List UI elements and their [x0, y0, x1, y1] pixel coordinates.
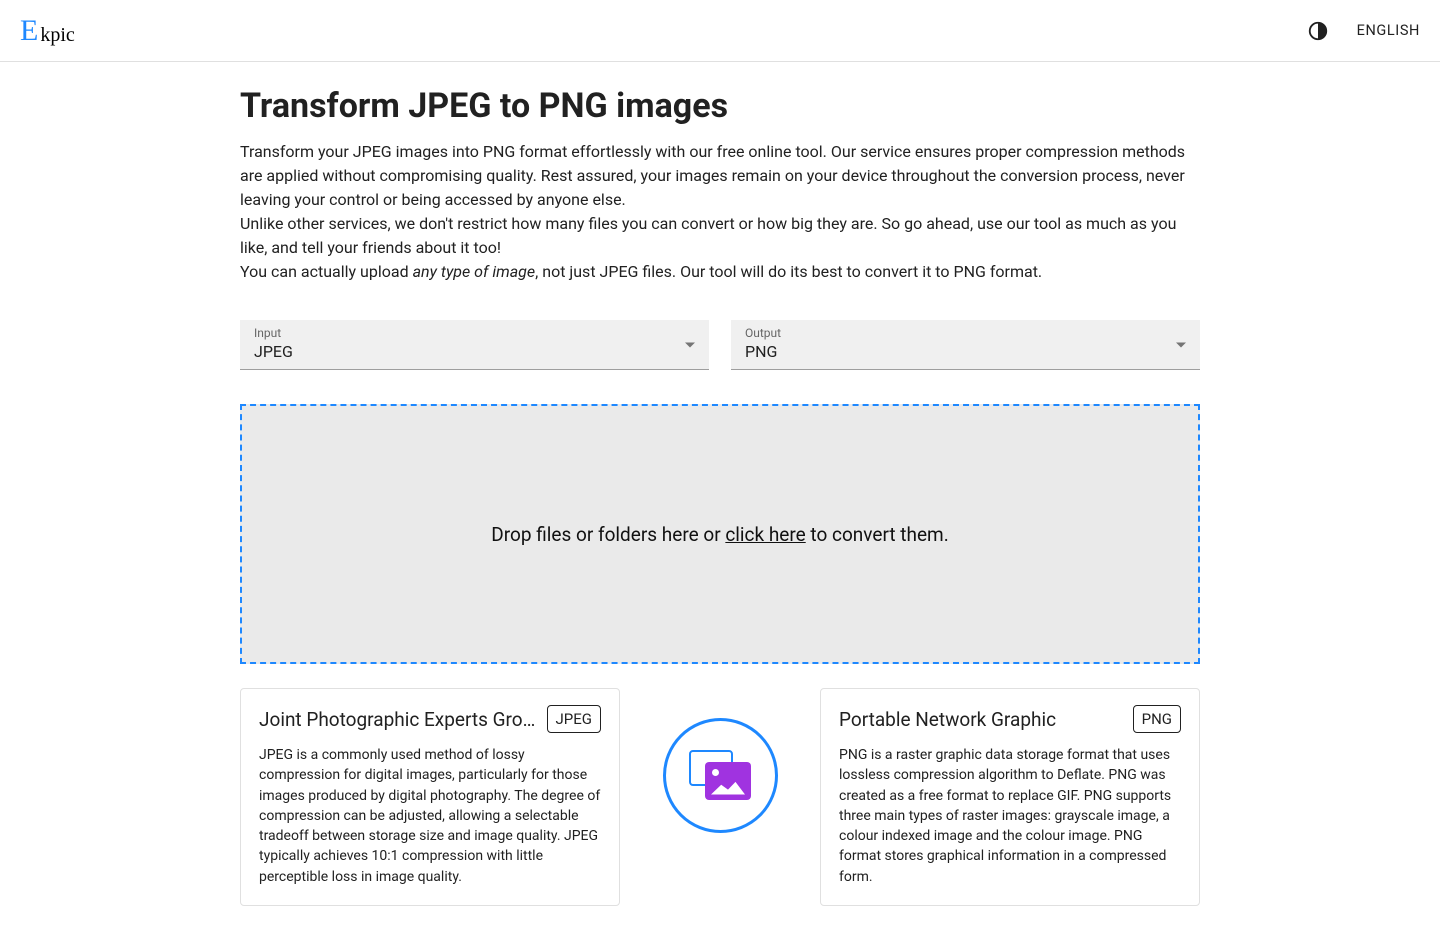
- output-format-value: PNG: [745, 342, 1186, 361]
- description-p3: You can actually upload any type of imag…: [240, 260, 1200, 284]
- chevron-down-icon: [1176, 342, 1186, 347]
- input-format-card-body: JPEG is a commonly used method of lossy …: [259, 745, 601, 887]
- output-format-select[interactable]: Output PNG: [731, 320, 1200, 370]
- page-title: Transform JPEG to PNG images: [240, 86, 1200, 126]
- theme-toggle-icon[interactable]: [1307, 20, 1329, 42]
- output-format-label: Output: [745, 326, 1186, 340]
- brand-logo[interactable]: Ekpic: [20, 16, 75, 46]
- dropzone-text: Drop files or folders here or click here…: [491, 523, 948, 546]
- header: Ekpic ENGLISH: [0, 0, 1440, 62]
- language-button[interactable]: ENGLISH: [1357, 22, 1420, 39]
- page-description: Transform your JPEG images into PNG form…: [240, 140, 1200, 284]
- output-format-card-body: PNG is a raster graphic data storage for…: [839, 745, 1181, 887]
- input-format-card: Joint Photographic Experts Gro… JPEG JPE…: [240, 688, 620, 906]
- input-format-value: JPEG: [254, 342, 695, 361]
- input-format-label: Input: [254, 326, 695, 340]
- description-p1: Transform your JPEG images into PNG form…: [240, 140, 1200, 212]
- brand-logo-text: kpic: [40, 25, 74, 46]
- input-format-card-title: Joint Photographic Experts Gro…: [259, 708, 537, 731]
- description-p2: Unlike other services, we don't restrict…: [240, 212, 1200, 260]
- conversion-icon: [663, 718, 778, 833]
- input-format-select[interactable]: Input JPEG: [240, 320, 709, 370]
- chevron-down-icon: [685, 342, 695, 347]
- brand-logo-e: E: [20, 16, 38, 46]
- format-info-row: Joint Photographic Experts Gro… JPEG JPE…: [240, 688, 1200, 906]
- output-format-card: Portable Network Graphic PNG PNG is a ra…: [820, 688, 1200, 906]
- format-selects-row: Input JPEG Output PNG: [240, 320, 1200, 370]
- output-format-badge: PNG: [1133, 705, 1181, 733]
- header-actions: ENGLISH: [1307, 20, 1420, 42]
- input-format-badge: JPEG: [547, 705, 601, 733]
- conversion-arrow: [640, 688, 800, 833]
- main-content: Transform JPEG to PNG images Transform y…: [240, 62, 1200, 946]
- file-dropzone[interactable]: Drop files or folders here or click here…: [240, 404, 1200, 664]
- dropzone-click-here-link[interactable]: click here: [725, 523, 805, 546]
- image-front-icon: [705, 762, 751, 800]
- output-format-card-title: Portable Network Graphic: [839, 708, 1123, 731]
